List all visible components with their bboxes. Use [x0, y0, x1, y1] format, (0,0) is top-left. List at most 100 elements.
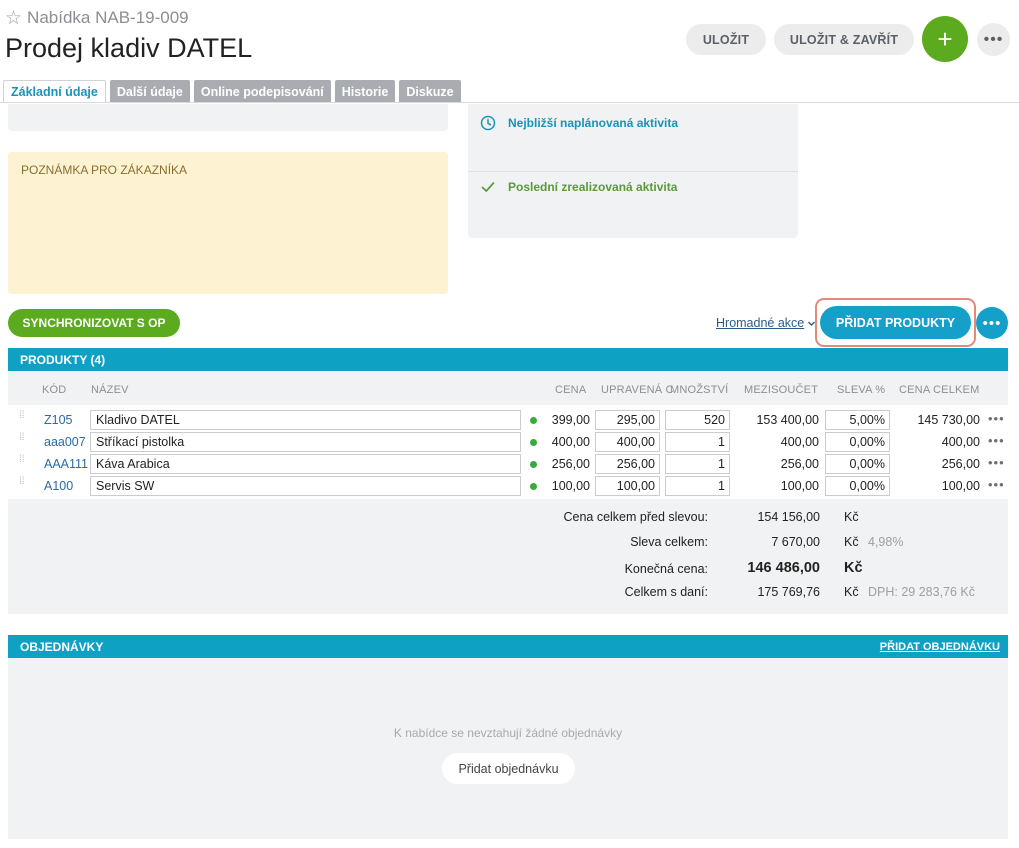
final-price-value: 146 486,00 — [747, 560, 820, 576]
discount-input[interactable]: 0,00% — [825, 432, 890, 452]
product-name-input[interactable]: Káva Arabica — [90, 454, 521, 474]
next-activity-label: Nejbližší naplánovaná aktivita — [508, 116, 679, 130]
save-button[interactable]: ULOŽIT — [686, 24, 766, 55]
product-code[interactable]: aaa007 — [44, 435, 86, 449]
quantity-input[interactable]: 1 — [665, 432, 730, 452]
row-more-button[interactable]: ••• — [988, 477, 1005, 492]
drag-handle-icon[interactable]: ⁞⁞ — [19, 433, 27, 448]
product-subtotal: 153 400,00 — [756, 413, 819, 427]
product-total: 100,00 — [941, 479, 980, 493]
before-discount-value: 154 156,00 — [757, 510, 820, 524]
discount-percent: 4,98% — [868, 535, 904, 549]
adjusted-price-input[interactable]: 256,00 — [595, 454, 660, 474]
currency: Kč — [844, 535, 859, 549]
bulk-actions-label: Hromadné akce — [716, 316, 805, 330]
product-name-input[interactable]: Kladivo DATEL — [90, 410, 521, 430]
before-discount-label: Cena celkem před slevou: — [563, 510, 708, 524]
more-actions-button[interactable]: ••• — [976, 307, 1008, 339]
discount-input[interactable]: 0,00% — [825, 476, 890, 496]
next-activity[interactable]: Nejbližší naplánovaná aktivita — [480, 115, 678, 131]
row-more-button[interactable]: ••• — [988, 455, 1005, 470]
drag-handle-icon[interactable]: ⁞⁞ — [19, 455, 27, 470]
status-dot — [530, 417, 537, 424]
more-options-button[interactable]: ••• — [977, 23, 1010, 56]
tab-online-signing[interactable]: Online podepisování — [193, 80, 331, 103]
products-columns: KÓD NÁZEV CENA UPRAVENÁ C MNOŽSTVÍ MEZIS… — [8, 372, 1008, 405]
discount-label: Sleva celkem: — [630, 535, 708, 549]
product-total: 400,00 — [941, 435, 980, 449]
summary-discount: Sleva celkem: 7 670,00 Kč 4,98% — [8, 535, 1008, 553]
summary-with-tax: Celkem s daní: 175 769,76 Kč DPH: 29 283… — [8, 585, 1008, 603]
summary-final: Konečná cena: 146 486,00 Kč — [8, 560, 1008, 578]
adjusted-price-input[interactable]: 295,00 — [595, 410, 660, 430]
product-name-input[interactable]: Stříkací pistolka — [90, 432, 521, 452]
row-more-button[interactable]: ••• — [988, 411, 1005, 426]
col-adjusted-price[interactable]: UPRAVENÁ C — [601, 384, 674, 396]
orders-empty-message: K nabídce se nevztahují žádné objednávky — [393, 726, 623, 740]
col-price[interactable]: CENA — [555, 384, 586, 396]
table-row: ⁞⁞ aaa007 Stříkací pistolka 400,00 400,0… — [8, 431, 1008, 453]
tab-discussion[interactable]: Diskuze — [399, 80, 461, 103]
product-total: 145 730,00 — [917, 413, 980, 427]
quantity-input[interactable]: 1 — [665, 454, 730, 474]
currency: Kč — [844, 585, 859, 599]
quantity-input[interactable]: 1 — [665, 476, 730, 496]
product-code[interactable]: Z105 — [44, 413, 73, 427]
product-price: 100,00 — [551, 479, 590, 493]
info-panel — [8, 104, 448, 131]
save-close-button[interactable]: ULOŽIT & ZAVŘÍT — [774, 24, 914, 55]
product-code[interactable]: AAA111 — [44, 457, 88, 471]
col-quantity[interactable]: MNOŽSTVÍ — [670, 384, 728, 396]
row-more-button[interactable]: ••• — [988, 433, 1005, 448]
last-activity[interactable]: Poslední zrealizovaná aktivita — [480, 179, 677, 195]
product-subtotal: 100,00 — [780, 479, 819, 493]
price-summary: Cena celkem před slevou: 154 156,00 Kč S… — [8, 499, 1008, 614]
col-subtotal[interactable]: MEZISOUČET — [744, 384, 818, 396]
quantity-input[interactable]: 520 — [665, 410, 730, 430]
products-header: PRODUKTY (4) — [8, 348, 1008, 371]
add-button[interactable]: + — [922, 16, 968, 62]
drag-handle-icon[interactable]: ⁞⁞ — [19, 411, 27, 426]
col-discount[interactable]: SLEVA % — [837, 384, 885, 396]
product-code[interactable]: A100 — [44, 479, 73, 493]
summary-before-discount: Cena celkem před slevou: 154 156,00 Kč — [8, 510, 1008, 528]
orders-header: OBJEDNÁVKY PŘIDAT OBJEDNÁVKU — [8, 635, 1008, 658]
page-title: Prodej kladiv DATEL — [5, 33, 253, 63]
with-tax-label: Celkem s daní: — [624, 585, 708, 599]
sync-button[interactable]: SYNCHRONIZOVAT S OP — [8, 309, 180, 337]
add-products-button[interactable]: PŘIDAT PRODUKTY — [820, 306, 971, 339]
bulk-actions-dropdown[interactable]: Hromadné akce — [716, 316, 816, 330]
tab-more[interactable]: Další údaje — [109, 80, 190, 103]
col-name[interactable]: NÁZEV — [91, 384, 129, 396]
product-total: 256,00 — [941, 457, 980, 471]
col-code[interactable]: KÓD — [42, 384, 66, 396]
product-subtotal: 400,00 — [780, 435, 819, 449]
customer-note[interactable]: POZNÁMKA PRO ZÁKAZNÍKA — [8, 152, 448, 294]
product-price: 399,00 — [551, 413, 590, 427]
tab-history[interactable]: Historie — [334, 80, 396, 103]
adjusted-price-input[interactable]: 100,00 — [595, 476, 660, 496]
adjusted-price-input[interactable]: 400,00 — [595, 432, 660, 452]
currency: Kč — [844, 510, 859, 524]
final-price-label: Konečná cena: — [624, 562, 708, 576]
orders-title: OBJEDNÁVKY — [20, 639, 104, 654]
table-row: ⁞⁞ A100 Servis SW 100,00 100,00 1 100,00… — [8, 475, 1008, 497]
col-total[interactable]: CENA CELKEM — [899, 384, 979, 396]
drag-handle-icon[interactable]: ⁞⁞ — [19, 477, 27, 492]
product-name-input[interactable]: Servis SW — [90, 476, 521, 496]
orders-body: K nabídce se nevztahují žádné objednávky… — [8, 658, 1008, 839]
discount-input[interactable]: 5,00% — [825, 410, 890, 430]
table-row: ⁞⁞ AAA111 Káva Arabica 256,00 256,00 1 2… — [8, 453, 1008, 475]
star-icon[interactable]: ☆ — [5, 9, 22, 28]
add-order-link[interactable]: PŘIDAT OBJEDNÁVKU — [880, 641, 1000, 653]
tab-divider — [0, 102, 1019, 103]
discount-input[interactable]: 0,00% — [825, 454, 890, 474]
status-dot — [530, 439, 537, 446]
tab-basic[interactable]: Základní údaje — [3, 80, 106, 103]
add-order-button[interactable]: Přidat objednávku — [442, 753, 575, 784]
customer-note-label: POZNÁMKA PRO ZÁKAZNÍKA — [21, 163, 188, 177]
activity-divider — [468, 171, 798, 172]
status-dot — [530, 483, 537, 490]
clock-icon — [480, 115, 496, 131]
record-subtitle: ☆ Nabídka NAB-19-009 — [5, 8, 189, 28]
